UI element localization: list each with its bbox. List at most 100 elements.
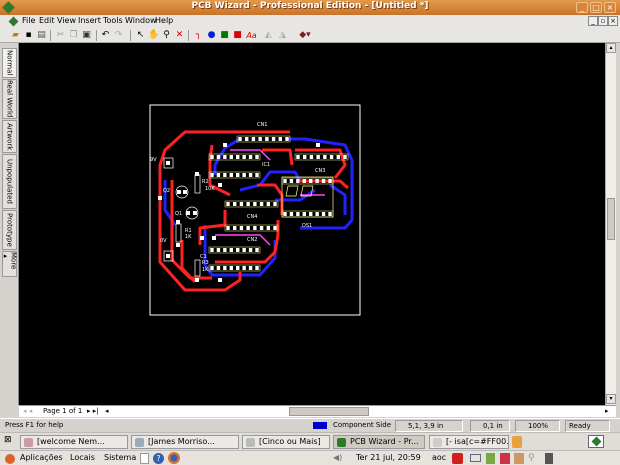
- component-pad: [183, 190, 187, 194]
- computer-icon[interactable]: [545, 453, 553, 464]
- task-james[interactable]: [James Morriso...: [131, 435, 239, 449]
- delete-icon[interactable]: ✕: [174, 30, 185, 41]
- menu-insert[interactable]: Insert: [78, 16, 101, 25]
- ic2-top-pad: [255, 248, 259, 252]
- lock-icon[interactable]: [512, 436, 522, 448]
- cn3-pad: [316, 155, 320, 159]
- vertical-scrollbar[interactable]: ▴ ▾: [605, 43, 616, 405]
- component-pad: [166, 161, 170, 165]
- pcb-canvas[interactable]: CN1 IC1 CN3 DS1 CN4 CN2 R1 1K R2 10K R3 …: [19, 43, 605, 405]
- paste-icon[interactable]: ▣: [81, 30, 92, 41]
- ds1-top-pad: [321, 179, 326, 183]
- ic1-top-pad: [229, 155, 233, 159]
- scroll-up-button[interactable]: ▴: [606, 43, 616, 53]
- network-icon[interactable]: [514, 453, 524, 464]
- clock[interactable]: Ter 21 jul, 20:59: [356, 453, 421, 462]
- help-launcher-icon[interactable]: ?: [153, 453, 164, 464]
- mirror-icon[interactable]: ◮: [277, 30, 288, 41]
- menu-window[interactable]: Window: [125, 16, 157, 25]
- next-page-button[interactable]: ▸ ▸|: [87, 407, 99, 415]
- task-pcb-wizard[interactable]: PCB Wizard - Pr...: [333, 435, 425, 449]
- menu-system[interactable]: Sistema: [104, 453, 136, 462]
- task-welcome[interactable]: [welcome Nem...: [20, 435, 128, 449]
- scroll-right-button[interactable]: ▸: [605, 407, 609, 415]
- show-desktop-icon[interactable]: ⊠: [4, 435, 12, 445]
- hand-icon[interactable]: ✋: [148, 30, 159, 41]
- horizontal-scroll-thumb[interactable]: [289, 407, 369, 416]
- menu-view[interactable]: View: [57, 16, 76, 25]
- firefox-launcher-icon[interactable]: [168, 452, 180, 464]
- menu-edit[interactable]: Edit: [39, 16, 55, 25]
- editor-launcher-icon[interactable]: [140, 453, 149, 464]
- pads: [158, 135, 349, 282]
- first-page-button[interactable]: ◂ ◂: [23, 407, 32, 415]
- tab-unpopulated[interactable]: Unpopulated: [2, 154, 17, 209]
- user-name[interactable]: aoc: [432, 453, 446, 462]
- mdi-minimize-button[interactable]: _: [588, 16, 598, 26]
- tab-real-world[interactable]: Real World: [2, 79, 17, 119]
- task-cinco[interactable]: [Cinco ou Mais]: [242, 435, 330, 449]
- copy-icon[interactable]: ❐: [68, 30, 79, 41]
- ds1-bottom-pad: [309, 212, 313, 216]
- close-button[interactable]: ×: [604, 2, 616, 13]
- tab-prototype[interactable]: Prototype: [2, 210, 17, 250]
- scroll-down-button[interactable]: ▾: [606, 394, 616, 404]
- ic1-top-pad: [248, 155, 253, 159]
- menu-places[interactable]: Locais: [70, 453, 95, 462]
- text-icon[interactable]: Aa: [246, 30, 257, 41]
- save-icon[interactable]: ▪: [23, 30, 34, 41]
- tab-artwork[interactable]: Artwork: [2, 120, 17, 153]
- menu-bar: File Edit View Insert Tools Window Help …: [0, 15, 620, 28]
- smd-pad-icon[interactable]: ■: [232, 30, 243, 41]
- open-icon[interactable]: ▰: [10, 30, 21, 41]
- hand-tray-icon[interactable]: [500, 453, 510, 464]
- cut-icon[interactable]: ✂: [55, 30, 66, 41]
- component-pad: [195, 278, 199, 282]
- search-icon[interactable]: ⚲: [528, 453, 535, 463]
- mdi-close-button[interactable]: ×: [608, 16, 618, 26]
- zoom-icon[interactable]: ⚲: [161, 30, 172, 41]
- select-icon[interactable]: ↖: [135, 30, 146, 41]
- ic1-top-pad: [223, 155, 227, 159]
- power-icon[interactable]: [452, 453, 463, 464]
- menu-help[interactable]: Help: [155, 16, 173, 25]
- track-icon[interactable]: ┐: [193, 30, 204, 41]
- component-icon[interactable]: ◆▾: [296, 30, 314, 41]
- menu-applications[interactable]: Aplicações: [20, 453, 63, 462]
- menu-file[interactable]: File: [22, 16, 35, 25]
- task-isa[interactable]: [- isa[c=#FF00...: [429, 435, 509, 449]
- minimize-button[interactable]: _: [576, 2, 588, 13]
- volume-icon[interactable]: ◀): [333, 453, 342, 462]
- maximize-button[interactable]: □: [590, 2, 602, 13]
- cn3-pad: [323, 155, 327, 159]
- ic1-bottom-pad: [255, 173, 259, 177]
- ic2-bottom-pad: [236, 266, 240, 270]
- cn2-pad: [259, 226, 264, 230]
- label-cn4: CN4: [247, 214, 257, 220]
- tab-normal[interactable]: Normal: [2, 48, 17, 78]
- undo-icon[interactable]: ↶: [100, 30, 111, 41]
- ic1-top-pad: [216, 155, 221, 159]
- pad-icon[interactable]: ●: [206, 30, 217, 41]
- messenger-icon[interactable]: [486, 453, 495, 464]
- doc-icon[interactable]: [8, 16, 19, 27]
- scroll-left-button[interactable]: ◂: [105, 407, 109, 415]
- label-cn1: CN1: [257, 122, 267, 128]
- tab-more[interactable]: More ▸: [2, 251, 18, 277]
- square-pad-icon[interactable]: ■: [219, 30, 230, 41]
- print-icon[interactable]: ▤: [36, 30, 47, 41]
- ic1-bottom-pad: [216, 173, 221, 177]
- layer-color-swatch: [313, 422, 327, 429]
- layer-indicator[interactable]: Component Side: [330, 420, 392, 432]
- ds1-bottom-pad: [283, 212, 287, 216]
- flip-icon[interactable]: ◭: [263, 30, 274, 41]
- mail-icon[interactable]: [470, 454, 481, 462]
- menu-tools[interactable]: Tools: [103, 16, 123, 25]
- vertical-scroll-thumb[interactable]: [607, 198, 615, 240]
- mdi-restore-button[interactable]: ▫: [598, 16, 608, 26]
- workspace-switcher[interactable]: [588, 435, 604, 448]
- status-bar: Press F1 for help Component Side 5,1, 3,…: [0, 418, 620, 432]
- redo-icon[interactable]: ↷: [113, 30, 124, 41]
- ic1-bottom-pad: [236, 173, 240, 177]
- ds1-top-pad: [296, 179, 300, 183]
